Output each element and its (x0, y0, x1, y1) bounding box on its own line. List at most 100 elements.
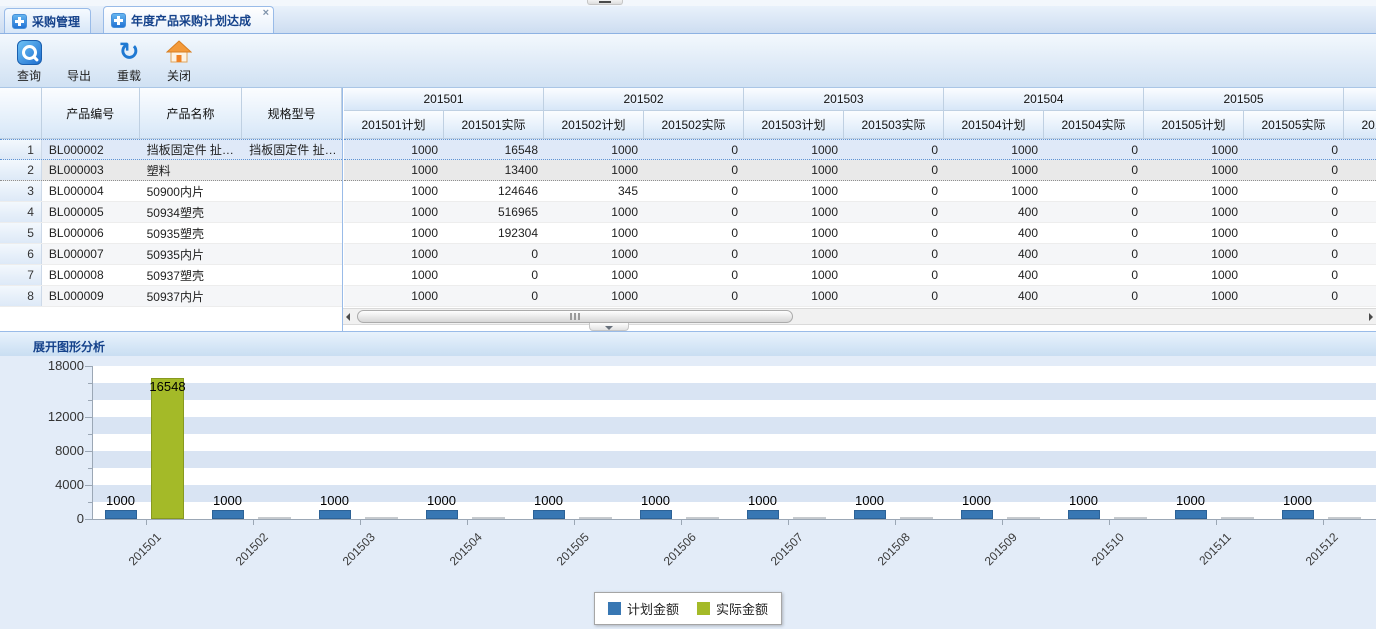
table-row[interactable]: 1BL000002挡板固定件 扯…挡板固定件 扯… (0, 139, 342, 160)
bar-value-label: 16548 (133, 379, 203, 394)
chart-panel-title: 展开图形分析 (33, 340, 105, 354)
column-header[interactable]: 产品名称 (140, 88, 243, 139)
tab-close-icon[interactable]: × (263, 8, 269, 19)
table-row[interactable]: 2BL000003塑料 (0, 160, 342, 181)
legend-item[interactable]: 计划金额 (608, 599, 679, 618)
legend-item[interactable]: 实际金额 (697, 599, 768, 618)
plot-stripe (92, 400, 1376, 417)
cell-value: 1000 (344, 160, 444, 180)
cell-value: 0 (1244, 181, 1344, 201)
locked-body: 1BL000002挡板固定件 扯…挡板固定件 扯…2BL000003塑料3BL0… (0, 139, 342, 307)
column-header[interactable]: 201502实际 (644, 111, 744, 139)
month-group-header[interactable]: 201505 (1144, 88, 1344, 111)
cell-value: 0 (1044, 223, 1144, 243)
table-row[interactable]: 100001000010000400010000 (344, 244, 1376, 265)
column-header[interactable]: 201503计划 (744, 111, 844, 139)
cell-value: 0 (1044, 202, 1144, 222)
query-button[interactable]: 查询 (8, 38, 50, 84)
column-header[interactable]: 201504实际 (1044, 111, 1144, 139)
column-header[interactable]: 201505实际 (1244, 111, 1344, 139)
y-axis-tick (85, 485, 92, 486)
month-group-header[interactable]: 201501 (344, 88, 544, 111)
horizontal-scrollbar[interactable] (343, 308, 1376, 325)
table-row[interactable]: 100001000010000400010000 (344, 265, 1376, 286)
locked-header-row: 产品编号产品名称规格型号 (0, 88, 342, 139)
chart-panel-header[interactable]: 展开图形分析 (0, 331, 1376, 356)
month-group-header[interactable]: 201504 (944, 88, 1144, 111)
cell-value: 0 (1044, 160, 1144, 180)
x-axis-label: 201509 (960, 530, 1019, 589)
month-group-header[interactable]: 201503 (744, 88, 944, 111)
column-header[interactable]: 产品编号 (42, 88, 140, 139)
column-header[interactable]: 201501计划 (344, 111, 444, 139)
table-row[interactable]: 10001923041000010000400010000 (344, 223, 1376, 244)
close-button[interactable]: 关闭 (158, 38, 200, 84)
table-row[interactable]: 6BL00000750935内片 (0, 244, 342, 265)
scroll-right-arrow-icon[interactable] (1369, 313, 1373, 321)
cell-value: 1000 (544, 202, 644, 222)
y-axis-label: 4000 (18, 477, 84, 492)
table-row[interactable]: 10001654810000100001000010000 (344, 139, 1376, 160)
table-row[interactable]: 8BL00000950937内片 (0, 286, 342, 307)
bar-value-label: 1000 (621, 493, 691, 508)
month-group-header[interactable]: 201502 (544, 88, 744, 111)
collapse-handle-top[interactable] (587, 0, 623, 5)
tab-annual-plan-achievement[interactable]: 年度产品采购计划达成 × (103, 6, 274, 33)
bar-plan (1282, 510, 1314, 519)
annual-plan-grid: 产品编号产品名称规格型号 1BL000002挡板固定件 扯…挡板固定件 扯…2B… (0, 88, 1376, 331)
cell-value (1344, 286, 1376, 306)
bar-plan (854, 510, 886, 519)
table-row[interactable]: 10001246463450100001000010000 (344, 181, 1376, 202)
cell-value: 0 (1244, 202, 1344, 222)
grid-locked-section: 产品编号产品名称规格型号 1BL000002挡板固定件 扯…挡板固定件 扯…2B… (0, 88, 343, 331)
row-number: 8 (0, 286, 42, 306)
cell-value: 1000 (944, 181, 1044, 201)
table-row[interactable]: 5BL00000650935塑壳 (0, 223, 342, 244)
bar-value-label: 1000 (835, 493, 905, 508)
reload-button[interactable]: 重载 (108, 38, 150, 84)
bar-actual-zero (900, 517, 933, 519)
month-group-header[interactable] (1344, 88, 1376, 111)
column-header[interactable]: 201501实际 (444, 111, 544, 139)
cell-value: 124646 (444, 181, 544, 201)
rownumber-header[interactable] (0, 88, 42, 139)
table-row[interactable]: 7BL00000850937塑壳 (0, 265, 342, 286)
grid-scroll-section: 201501201502201503201504201505 201501计划2… (344, 88, 1376, 331)
month-subheader-row: 201501计划201501实际201502计划201502实际201503计划… (344, 111, 1376, 139)
y-axis-tick (85, 519, 92, 520)
scrollbar-thumb[interactable] (357, 310, 793, 323)
column-header[interactable]: 201502计划 (544, 111, 644, 139)
bar-plan (105, 510, 137, 519)
table-row[interactable]: 100001000010000400010000 (344, 286, 1376, 307)
export-button[interactable]: 导出 (58, 38, 100, 84)
table-row[interactable]: 10005169651000010000400010000 (344, 202, 1376, 223)
x-axis-label: 201506 (639, 530, 698, 589)
table-row[interactable]: 4BL00000550934塑壳 (0, 202, 342, 223)
cell-value: 1000 (544, 265, 644, 285)
bar-value-label: 1000 (407, 493, 477, 508)
column-header[interactable]: 201504计划 (944, 111, 1044, 139)
scroll-left-arrow-icon[interactable] (346, 313, 350, 321)
column-header[interactable]: 201505计划 (1144, 111, 1244, 139)
bar-value-label: 1000 (1156, 493, 1226, 508)
form-plus-icon (111, 13, 126, 28)
chart-panel-collapse-handle[interactable] (589, 323, 629, 331)
x-axis-tick (788, 520, 789, 525)
column-header[interactable]: 201503实际 (844, 111, 944, 139)
y-axis-label: 8000 (18, 443, 84, 458)
month-group-header-row: 201501201502201503201504201505 (344, 88, 1376, 111)
table-row[interactable]: 10001340010000100001000010000 (344, 160, 1376, 181)
bar-actual-zero (1007, 517, 1040, 519)
x-axis-label: 201512 (1281, 530, 1340, 589)
y-axis-label: 18000 (18, 358, 84, 373)
tab-procurement-management[interactable]: 采购管理 (4, 8, 91, 33)
cell-value: 0 (1044, 265, 1144, 285)
table-row[interactable]: 3BL00000450900内片 (0, 181, 342, 202)
x-axis-tick (1002, 520, 1003, 525)
cell-value: 1000 (544, 286, 644, 306)
column-header[interactable]: 201506计划 (1344, 111, 1376, 139)
bar-actual-zero (793, 517, 826, 519)
column-header[interactable]: 规格型号 (242, 88, 342, 139)
cell-value: 345 (544, 181, 644, 201)
cell-value: 1000 (744, 181, 844, 201)
